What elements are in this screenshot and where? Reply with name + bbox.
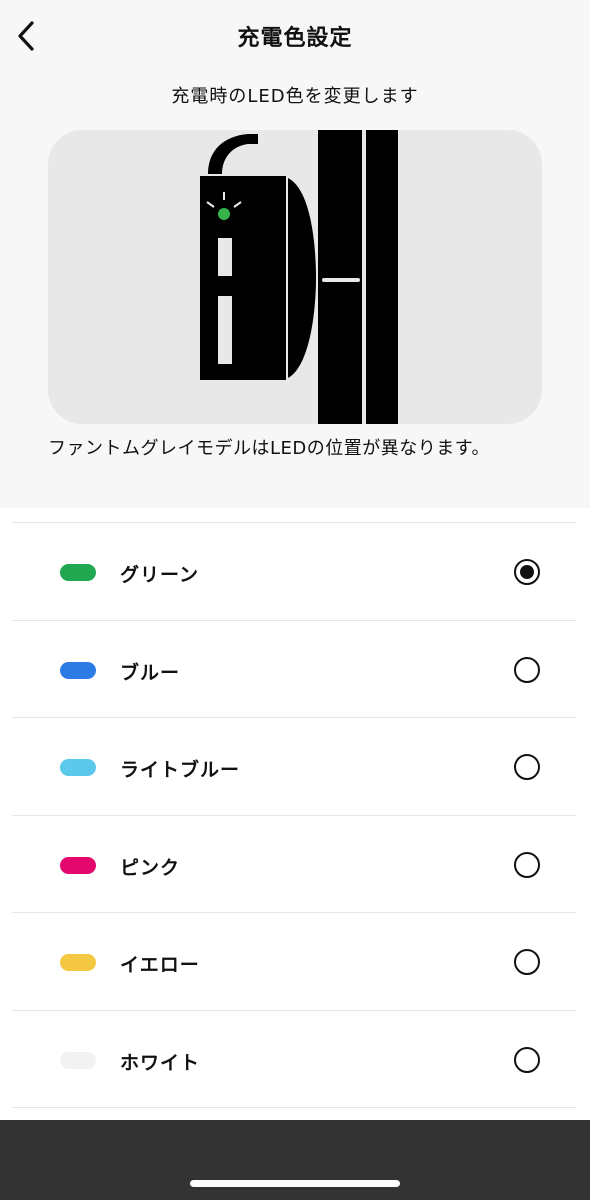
radio-button[interactable] [514, 754, 540, 780]
radio-button[interactable] [514, 559, 540, 585]
color-swatch [60, 1051, 96, 1069]
color-option-list: グリーン ブルー ライトブルー ピンク イエロー ホワイト [12, 522, 576, 1108]
bottom-bar [0, 1120, 590, 1200]
charger-illustration-graphic [200, 130, 398, 424]
page-title: 充電色設定 [237, 26, 353, 51]
color-option-label: ライトブルー [120, 759, 241, 781]
color-swatch [60, 954, 96, 971]
radio-button[interactable] [514, 851, 540, 878]
color-option-label: ブルー [120, 661, 181, 684]
color-option-label: グリーン [120, 564, 200, 586]
color-option-label: イエロー [120, 954, 200, 976]
color-option-label: ピンク [120, 856, 181, 879]
radio-button[interactable] [514, 1046, 540, 1073]
radio-button[interactable] [514, 656, 540, 683]
color-swatch [60, 564, 96, 581]
color-option-pink[interactable]: ピンク [12, 816, 576, 913]
color-swatch [60, 661, 96, 679]
color-swatch [60, 759, 96, 776]
color-swatch [60, 856, 96, 874]
radio-selected-dot [520, 565, 534, 579]
color-option-label: ホワイト [120, 1051, 201, 1074]
radio-button[interactable] [514, 949, 540, 975]
color-option-green[interactable]: グリーン [12, 523, 576, 621]
led-indicator [218, 208, 230, 220]
page-subtitle: 充電時のLED色を変更します [171, 86, 419, 107]
color-option-yellow[interactable]: イエロー [12, 913, 576, 1011]
home-indicator[interactable] [190, 1180, 400, 1187]
color-option-white[interactable]: ホワイト [12, 1011, 576, 1108]
model-note: ファントムグレイモデルはLEDの位置が異なります。 [48, 438, 490, 459]
color-option-light-blue[interactable]: ライトブルー [12, 718, 576, 816]
color-option-blue[interactable]: ブルー [12, 621, 576, 718]
nav-bar: 充電色設定 [0, 0, 590, 72]
device-illustration [48, 130, 542, 424]
